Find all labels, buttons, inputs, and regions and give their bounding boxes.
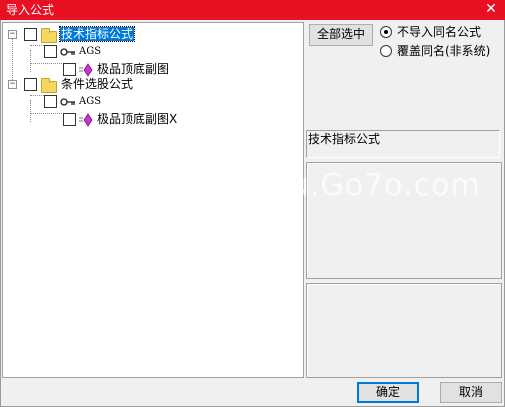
tree-node-label: AGS xyxy=(79,46,102,57)
ags-checkbox[interactable] xyxy=(44,45,57,58)
formula-item-checkbox[interactable] xyxy=(63,113,76,126)
tree-node-indicator-formulas[interactable]: − 技术指标公式 xyxy=(3,26,303,44)
formula-gem-icon xyxy=(79,113,93,127)
radio-overwrite-label: 覆盖同名(非系统) xyxy=(397,44,491,58)
close-icon[interactable]: ✕ xyxy=(483,1,499,17)
stock-selection-checkbox[interactable] xyxy=(24,78,37,91)
cancel-button[interactable]: 取消 xyxy=(440,382,502,403)
tree-node-label: 极品顶底副图 xyxy=(97,62,170,76)
key-icon xyxy=(60,98,75,106)
formula-category-text: 技术指标公式 xyxy=(308,132,381,146)
tree-node-label: 技术指标公式 xyxy=(58,26,136,42)
formula-item-checkbox[interactable] xyxy=(63,63,76,76)
tree-node-formula-item[interactable]: 极品顶底副图X xyxy=(3,111,303,129)
formula-category-field: 技术指标公式 xyxy=(306,130,500,158)
tree-node-label: AGS xyxy=(79,96,102,107)
formula-gem-icon xyxy=(79,63,93,77)
tree-node-ags[interactable]: AGS xyxy=(3,93,303,111)
key-icon xyxy=(60,48,75,56)
indicator-formulas-checkbox[interactable] xyxy=(24,28,37,41)
title-bar: 导入公式 ✕ xyxy=(0,0,505,20)
window-title: 导入公式 xyxy=(6,3,55,17)
tree-node-label: 极品顶底副图X xyxy=(97,112,178,126)
select-all-button[interactable]: 全部选中 xyxy=(309,24,373,46)
ags-checkbox[interactable] xyxy=(44,95,57,108)
folder-icon xyxy=(41,78,57,93)
radio-no-import[interactable]: 不导入同名公式 xyxy=(380,25,502,41)
formula-tree[interactable]: − 技术指标公式 AGS 极品顶底副图 − 条件选股公式 AGS 极品顶底副图X xyxy=(2,22,304,378)
radio-no-import-label: 不导入同名公式 xyxy=(397,25,482,39)
tree-node-stock-selection-formulas[interactable]: − 条件选股公式 xyxy=(3,76,303,94)
collapse-icon[interactable]: − xyxy=(8,30,17,39)
formula-detail-pane xyxy=(306,283,502,378)
radio-no-import-indicator[interactable] xyxy=(380,26,392,38)
radio-overwrite-indicator[interactable] xyxy=(380,45,392,57)
tree-node-label: 条件选股公式 xyxy=(61,77,134,91)
folder-icon xyxy=(41,28,57,43)
tree-node-ags[interactable]: AGS xyxy=(3,43,303,61)
radio-overwrite[interactable]: 覆盖同名(非系统) xyxy=(380,44,502,60)
watermark-text: u.Go7o.com xyxy=(290,168,481,203)
collapse-icon[interactable]: − xyxy=(8,80,17,89)
ok-button[interactable]: 确定 xyxy=(357,382,419,403)
